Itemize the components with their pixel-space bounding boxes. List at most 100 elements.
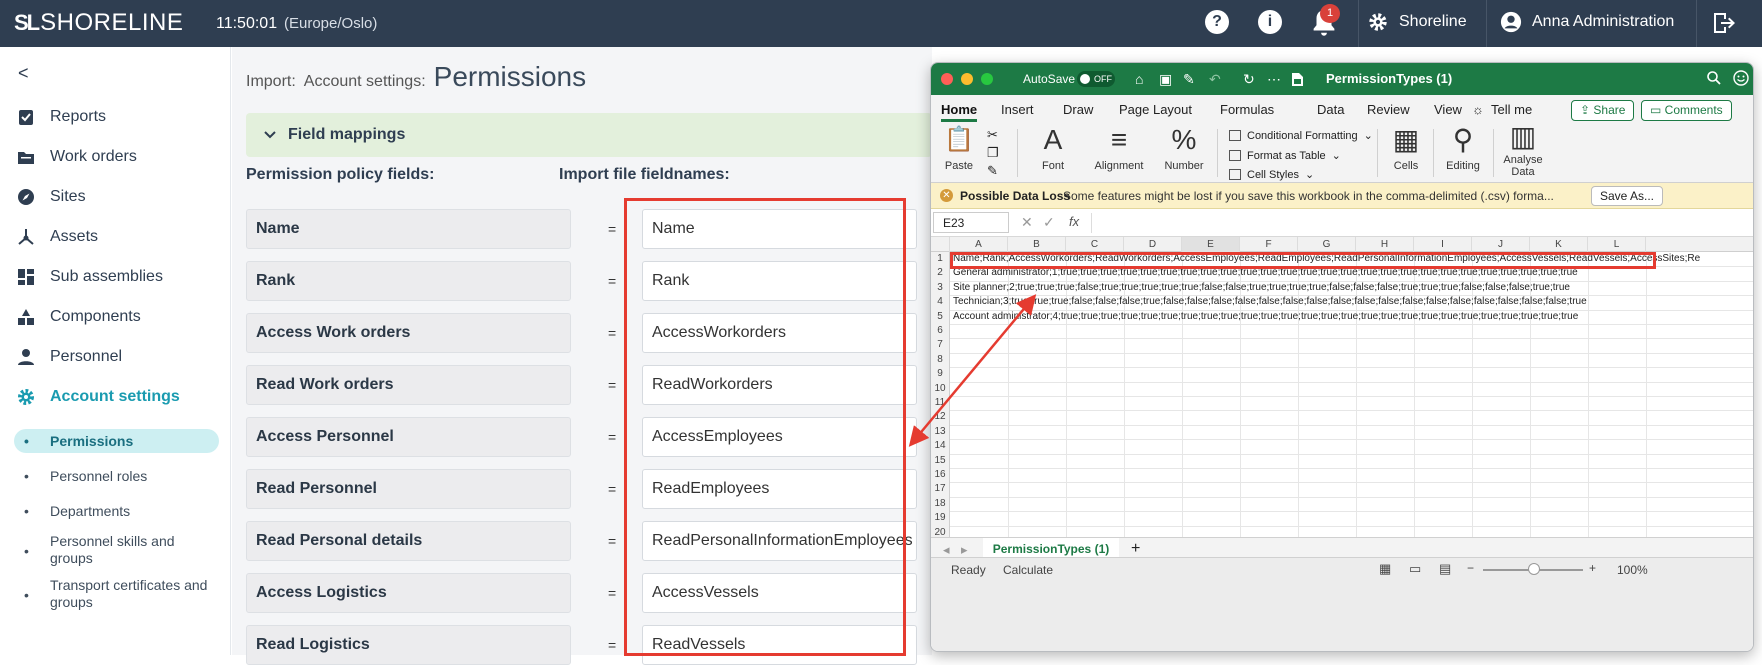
row-header[interactable]: 5 (931, 309, 950, 324)
logout-icon[interactable] (1711, 11, 1737, 35)
column-header[interactable]: L (1588, 237, 1646, 252)
redo-icon[interactable]: ↻ (1243, 71, 1255, 88)
zoom-out-icon[interactable]: − (1467, 561, 1474, 575)
import-fieldname-input[interactable]: Rank (642, 261, 917, 301)
organization-menu[interactable]: Shoreline (1367, 11, 1467, 33)
cell-row-4[interactable]: Technician;3;true;true;true;false;false;… (953, 295, 1753, 309)
share-button[interactable]: ⇪ Share (1571, 100, 1635, 121)
tab-formulas[interactable]: Formulas (1220, 102, 1274, 117)
undo-icon[interactable]: ↶ (1209, 71, 1221, 88)
import-fieldname-input[interactable]: ReadVessels (642, 625, 917, 665)
cell-row-2[interactable]: General administrator;1;true;true;true;t… (953, 266, 1753, 280)
add-sheet-icon[interactable]: + (1131, 540, 1140, 558)
cell-row-3[interactable]: Site planner;2;true;true;true;false;true… (953, 281, 1753, 295)
home-icon[interactable]: ⌂ (1135, 71, 1143, 87)
import-fieldname-input[interactable]: AccessWorkorders (642, 313, 917, 353)
column-header[interactable]: A (950, 237, 1008, 252)
column-header[interactable]: B (1008, 237, 1066, 252)
sidebar-item-sub-assemblies[interactable]: Sub assemblies (0, 260, 231, 294)
sidebar-item-components[interactable]: Components (0, 300, 231, 334)
sidebar-subitem-permissions[interactable]: • Permissions (14, 429, 219, 453)
row-header[interactable]: 4 (931, 295, 950, 310)
column-header[interactable]: E (1182, 237, 1240, 252)
import-fieldname-input[interactable]: Name (642, 209, 917, 249)
page-break-view-icon[interactable]: ▤ (1439, 561, 1451, 577)
row-header[interactable]: 18 (931, 496, 950, 512)
row-header[interactable]: 3 (931, 280, 950, 296)
select-all-corner[interactable] (931, 237, 950, 252)
cells-button[interactable]: ▦ Cells (1383, 123, 1429, 172)
row-header[interactable]: 6 (931, 324, 950, 339)
row-header[interactable]: 13 (931, 424, 950, 440)
number-button[interactable]: % Number (1157, 123, 1211, 172)
save-icon[interactable]: ▣ (1159, 71, 1172, 88)
info-icon[interactable]: i (1258, 10, 1282, 34)
tab-data[interactable]: Data (1317, 102, 1344, 117)
conditional-formatting-button[interactable]: Conditional Formatting ⌄ (1229, 129, 1373, 142)
tab-draw[interactable]: Draw (1063, 102, 1093, 117)
row-header[interactable]: 17 (931, 482, 950, 497)
row-header[interactable]: 10 (931, 381, 950, 396)
name-box[interactable]: E23 (933, 212, 1009, 233)
formula-input[interactable] (1098, 212, 1738, 233)
sidebar-item-account-settings[interactable]: Account settings (0, 380, 231, 414)
sidebar-item-assets[interactable]: Assets (0, 220, 231, 254)
minimize-window-icon[interactable] (961, 73, 973, 85)
row-header[interactable]: 15 (931, 453, 950, 468)
column-header[interactable]: J (1472, 237, 1530, 252)
cell-row-5[interactable]: Account administrator;4;true;true;true;t… (953, 310, 1753, 324)
column-header[interactable]: K (1530, 237, 1588, 252)
sidebar-item-work-orders[interactable]: Work orders (0, 140, 231, 174)
confirm-icon[interactable]: ✓ (1043, 214, 1055, 231)
autosave-toggle[interactable]: OFF (1077, 71, 1115, 87)
more-icon[interactable]: ⋯ (1267, 71, 1281, 88)
paste-button[interactable]: 📋 Paste (939, 123, 979, 172)
sidebar-subitem-transport-certificates[interactable]: • Transport certificates and groups (14, 575, 219, 611)
tab-page-layout[interactable]: Page Layout (1119, 102, 1192, 117)
user-menu[interactable]: Anna Administration (1500, 11, 1674, 33)
sidebar-subitem-personnel-roles[interactable]: • Personnel roles (14, 464, 219, 488)
cut-icon[interactable]: ✂ (987, 127, 998, 143)
function-icon[interactable]: fx (1069, 214, 1079, 229)
spreadsheet-grid[interactable]: ABCDEFGHIJKL 1 2 3 4 5 6 7 8 9 10 11 12 13 14 15 16 17 18… (931, 237, 1753, 541)
cell-styles-button[interactable]: Cell Styles ⌄ (1229, 168, 1314, 181)
sidebar-item-sites[interactable]: Sites (0, 180, 231, 214)
import-fieldname-input[interactable]: ReadPersonalInformationEmployees (642, 521, 917, 561)
tab-insert[interactable]: Insert (1001, 102, 1034, 117)
back-icon[interactable]: < (18, 63, 29, 84)
next-sheet-icon[interactable]: ▸ (961, 542, 968, 558)
prev-sheet-icon[interactable]: ◂ (943, 542, 950, 558)
excel-filename[interactable]: PermissionTypes (1) (1326, 71, 1452, 86)
cell-row-1[interactable]: Name;Rank;AccessWorkorders;ReadWorkorder… (953, 252, 1753, 266)
analyse-data-button[interactable]: ▥ Analyse Data (1499, 123, 1547, 179)
row-header[interactable]: 8 (931, 352, 950, 368)
sidebar-item-personnel[interactable]: Personnel (0, 340, 231, 374)
row-header[interactable]: 12 (931, 410, 950, 425)
copy-icon[interactable]: ❐ (987, 145, 999, 161)
smiley-icon[interactable] (1733, 70, 1749, 86)
page-layout-view-icon[interactable]: ▭ (1409, 561, 1421, 577)
save-as-button[interactable]: Save As... (1591, 186, 1663, 206)
tab-review[interactable]: Review (1367, 102, 1410, 117)
editing-button[interactable]: ⚲ Editing (1439, 123, 1487, 172)
row-header[interactable]: 19 (931, 511, 950, 526)
column-header[interactable]: H (1356, 237, 1414, 252)
warning-icon[interactable]: ✕ (940, 189, 953, 202)
help-icon[interactable]: ? (1205, 10, 1229, 34)
row-header[interactable]: 11 (931, 396, 950, 411)
logo[interactable]: SL SHORELINE (14, 9, 183, 36)
import-fieldname-input[interactable]: ReadWorkorders (642, 365, 917, 405)
row-header[interactable]: 1 (931, 252, 950, 267)
format-as-table-button[interactable]: Format as Table ⌄ (1229, 149, 1341, 162)
zoom-slider-thumb[interactable] (1528, 563, 1540, 575)
column-header[interactable]: D (1124, 237, 1182, 252)
normal-view-icon[interactable]: ▦ (1379, 561, 1391, 577)
close-window-icon[interactable] (941, 73, 953, 85)
column-header[interactable]: I (1414, 237, 1472, 252)
row-header[interactable]: 7 (931, 338, 950, 353)
column-header[interactable]: F (1240, 237, 1298, 252)
sidebar-subitem-skills-groups[interactable]: • Personnel skills and groups (14, 531, 219, 567)
tell-me-field[interactable]: Tell me (1491, 102, 1532, 117)
row-header[interactable]: 2 (931, 266, 950, 281)
alignment-button[interactable]: ≡ Alignment (1089, 123, 1149, 172)
